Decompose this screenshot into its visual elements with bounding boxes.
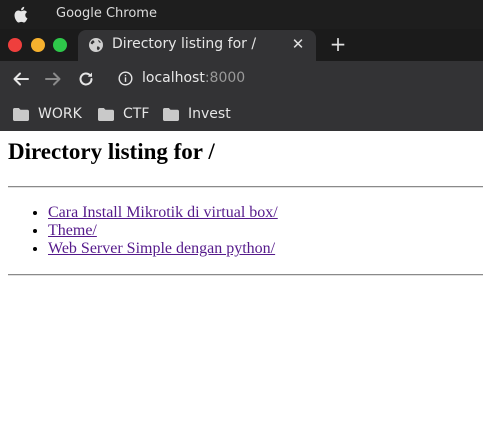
- directory-link[interactable]: Web Server Simple dengan python/: [48, 240, 275, 257]
- tab-strip: Directory listing for / ✕ +: [0, 29, 483, 61]
- bookmark-label: CTF: [123, 106, 150, 122]
- new-tab-button[interactable]: +: [329, 34, 347, 54]
- apple-logo-icon[interactable]: [13, 5, 31, 24]
- list-item: Theme/: [48, 222, 278, 240]
- folder-icon: [163, 107, 179, 121]
- app-name-menu[interactable]: Google Chrome: [56, 6, 157, 21]
- window-maximize-button[interactable]: [53, 38, 67, 52]
- url-text: localhost:8000: [142, 70, 245, 86]
- folder-icon: [98, 107, 114, 121]
- bookmark-ctf[interactable]: CTF: [98, 105, 149, 123]
- directory-link[interactable]: Theme/: [48, 222, 97, 239]
- window-minimize-button[interactable]: [31, 38, 45, 52]
- directory-link[interactable]: Cara Install Mikrotik di virtual box/: [48, 204, 278, 221]
- directory-list: Cara Install Mikrotik di virtual box/ Th…: [8, 204, 278, 258]
- back-arrow-icon[interactable]: [12, 70, 30, 88]
- tab-title: Directory listing for /: [112, 36, 257, 52]
- os-top-bar: Google Chrome: [0, 0, 483, 29]
- bookmark-label: Invest: [188, 106, 231, 122]
- bookmark-work[interactable]: WORK: [13, 105, 82, 123]
- forward-arrow-icon[interactable]: [44, 70, 62, 88]
- divider-bottom: [8, 274, 483, 276]
- bookmarks-bar: WORK CTF Invest: [0, 98, 483, 131]
- tab-directory-listing[interactable]: Directory listing for / ✕: [78, 30, 316, 61]
- page-content: Directory listing for / Cara Install Mik…: [0, 131, 483, 431]
- tab-close-icon[interactable]: ✕: [290, 35, 306, 53]
- divider-top: [8, 186, 483, 188]
- url-host: localhost: [142, 70, 205, 86]
- url-port: :8000: [204, 70, 246, 86]
- bookmark-label: WORK: [38, 106, 82, 122]
- folder-icon: [13, 107, 29, 121]
- bookmark-invest[interactable]: Invest: [163, 105, 231, 123]
- site-info-icon[interactable]: [118, 71, 133, 86]
- page-heading: Directory listing for /: [8, 139, 215, 164]
- globe-icon: [89, 38, 103, 52]
- reload-icon[interactable]: [77, 70, 95, 88]
- window-close-button[interactable]: [8, 38, 22, 52]
- list-item: Cara Install Mikrotik di virtual box/: [48, 204, 278, 222]
- address-bar[interactable]: localhost:8000: [108, 64, 483, 94]
- list-item: Web Server Simple dengan python/: [48, 240, 278, 258]
- browser-toolbar: localhost:8000: [0, 61, 483, 98]
